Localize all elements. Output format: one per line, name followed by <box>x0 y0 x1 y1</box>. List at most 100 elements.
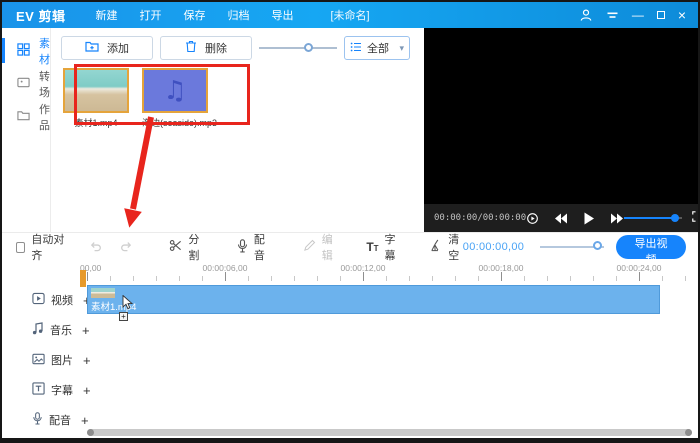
chevron-down-icon: ▾ <box>399 43 404 54</box>
add-material-label: 添加 <box>107 40 129 56</box>
preview-panel: 00:00:00/00:00:00 <box>424 28 700 232</box>
upper-area: 素材 转场 作品 添加 删除 <box>2 28 698 232</box>
close-button[interactable]: × <box>678 8 686 22</box>
video-thumbnail <box>63 68 129 113</box>
material-name: 海边(seaside).mp3 <box>142 116 208 129</box>
add-music-button[interactable]: + <box>82 324 90 337</box>
rewind-icon[interactable] <box>554 213 568 224</box>
dub-button[interactable]: 配音 <box>237 231 269 263</box>
add-subtitle-button[interactable]: + <box>83 384 91 397</box>
clear-button[interactable]: 清空 <box>429 231 463 263</box>
track-label: 音乐 <box>50 322 72 338</box>
timeline-clip[interactable]: 素材1.mp4 + <box>87 285 660 314</box>
ruler-label: 00:00:24,00 <box>617 263 662 273</box>
menu-new[interactable]: 新建 <box>95 7 117 23</box>
left-sidebar: 素材 转场 作品 <box>2 28 51 232</box>
video-display <box>424 28 700 204</box>
menu-export[interactable]: 导出 <box>271 7 293 23</box>
drag-copy-indicator: + <box>119 312 128 321</box>
fullscreen-icon[interactable] <box>692 209 700 227</box>
sidebar-item-label: 素材 <box>39 35 50 67</box>
fast-forward-icon[interactable] <box>610 213 624 224</box>
track-row-image: 图片 + <box>2 345 698 375</box>
filter-dropdown[interactable]: 全部 ▾ <box>344 36 410 60</box>
undo-icon[interactable] <box>89 240 102 255</box>
app-window: EV 剪辑 新建 打开 保存 归档 导出 [未命名] — × 素材 <box>0 0 700 443</box>
clear-label: 清空 <box>448 231 463 263</box>
window-controls: — × <box>579 8 686 22</box>
track-row-video: 视频 + 素材1.mp4 + <box>2 285 698 315</box>
redo-icon[interactable] <box>120 240 133 255</box>
ruler-label: 00:00:06,00 <box>203 263 248 273</box>
add-image-button[interactable]: + <box>83 354 91 367</box>
microphone-icon <box>237 239 248 256</box>
document-title: [未命名] <box>330 7 369 23</box>
delete-material-label: 删除 <box>205 40 227 56</box>
slider-thumb[interactable] <box>304 43 313 52</box>
slide-icon <box>17 76 30 92</box>
play-icon[interactable] <box>583 212 595 225</box>
user-icon[interactable] <box>579 8 593 22</box>
ruler-label: 00:00:12,00 <box>341 263 386 273</box>
app-logo: EV 剪辑 <box>16 6 65 25</box>
add-material-button[interactable]: 添加 <box>61 36 153 60</box>
menu-lines-icon[interactable] <box>606 9 619 21</box>
grid-icon <box>17 43 30 59</box>
menu-archive[interactable]: 归档 <box>227 7 249 23</box>
minimize-button[interactable]: — <box>632 9 644 21</box>
menu-open[interactable]: 打开 <box>139 7 161 23</box>
ruler-ticks[interactable] <box>87 272 694 281</box>
track-head: 视频 + <box>32 292 91 308</box>
image-track-icon <box>32 353 45 368</box>
menu-save[interactable]: 保存 <box>183 7 205 23</box>
track-head: 配音 + <box>32 412 89 428</box>
delete-material-button[interactable]: 删除 <box>160 36 252 60</box>
timeline-zoom-slider[interactable] <box>540 237 604 257</box>
sidebar-item-materials[interactable]: 素材 <box>2 34 50 67</box>
auto-align-label: 自动对齐 <box>31 231 67 263</box>
loop-icon[interactable] <box>526 212 539 225</box>
folder-add-icon <box>85 40 99 56</box>
subtitle-track-icon <box>32 382 45 398</box>
sidebar-item-label: 作品 <box>39 101 50 133</box>
track-label: 视频 <box>51 292 73 308</box>
track-label: 配音 <box>49 412 71 428</box>
split-button[interactable]: 分割 <box>169 231 203 263</box>
slider-track <box>259 47 337 49</box>
sidebar-item-works[interactable]: 作品 <box>2 100 50 133</box>
edit-toolbar: 自动对齐 分割 配音 编辑 TT 字幕 清空 00:00:00,00 <box>2 232 698 261</box>
filter-value: 全部 <box>367 40 389 56</box>
track-label: 字幕 <box>51 382 73 398</box>
add-dub-button[interactable]: + <box>81 414 89 427</box>
text-icon: TT <box>366 240 378 254</box>
material-card-video[interactable]: 素材1.mp4 <box>63 68 129 129</box>
timeline-current-time: 00:00:00,00 <box>463 241 524 253</box>
list-icon <box>350 41 362 56</box>
sidebar-item-transitions[interactable]: 转场 <box>2 67 50 100</box>
edit-button[interactable]: 编辑 <box>303 231 337 263</box>
menu-bar: 新建 打开 保存 归档 导出 <box>95 7 293 23</box>
pencil-icon <box>303 239 316 255</box>
volume-slider[interactable] <box>624 213 682 223</box>
track-head: 音乐 + <box>32 322 90 338</box>
materials-toolbar: 添加 删除 全部 ▾ <box>51 28 424 60</box>
export-video-button[interactable]: 导出视频 <box>616 235 686 259</box>
ruler-label: 00:00:18,00 <box>479 263 524 273</box>
history-buttons <box>89 240 133 255</box>
auto-align-checkbox[interactable] <box>16 242 25 253</box>
maximize-button[interactable] <box>657 11 665 19</box>
volume-thumb[interactable] <box>671 214 679 222</box>
horizontal-scrollbar[interactable] <box>87 429 692 436</box>
thumbnail-size-slider[interactable] <box>259 36 337 60</box>
broom-icon <box>429 239 442 255</box>
timeline-ruler[interactable]: 00,00 00:00:06,00 00:00:12,00 00:00:18,0… <box>2 261 698 272</box>
sidebar-item-label: 转场 <box>39 68 50 100</box>
track-row-subtitle: 字幕 + <box>2 375 698 405</box>
material-card-audio[interactable]: ♫ 海边(seaside).mp3 <box>142 68 208 129</box>
playhead-handle[interactable] <box>80 270 86 287</box>
playback-controls: 00:00:00/00:00:00 <box>424 204 700 232</box>
slider-thumb[interactable] <box>593 241 602 250</box>
track-head: 图片 + <box>32 352 91 368</box>
subtitle-button[interactable]: TT 字幕 <box>366 231 399 263</box>
dub-label: 配音 <box>254 231 269 263</box>
